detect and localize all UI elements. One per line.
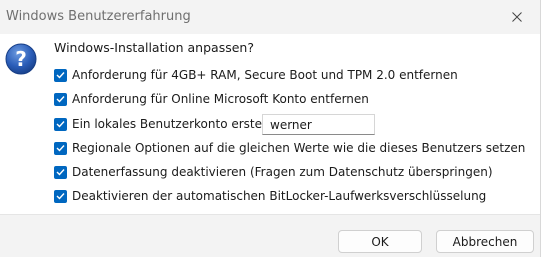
checkmark-icon [56, 193, 65, 200]
checkmark-icon [56, 169, 65, 176]
option-label: Regionale Optionen auf die gleichen Wert… [72, 141, 526, 155]
dialog-content: ? Windows-Installation anpassen? Anforde… [0, 34, 540, 214]
checkmark-icon [56, 72, 65, 79]
username-input[interactable] [262, 114, 375, 135]
checkbox-create-local-account[interactable] [54, 117, 67, 131]
close-button[interactable] [494, 0, 540, 34]
checkbox-disable-data-collection[interactable] [54, 165, 67, 179]
checkmark-icon [56, 96, 65, 103]
checkmark-icon [56, 121, 65, 128]
option-label: Anforderung für 4GB+ RAM, Secure Boot un… [72, 68, 458, 82]
dialog-heading: Windows-Installation anpassen? [54, 40, 254, 55]
dialog-footer: OK Abbrechen [0, 214, 540, 257]
option-label: Anforderung für Online Microsoft Konto e… [72, 92, 369, 106]
cancel-button[interactable]: Abbrechen [436, 230, 534, 253]
option-disable-data-collection[interactable]: Datenerfassung deaktivieren (Fragen zum … [54, 163, 493, 181]
option-remove-online-account[interactable]: Anforderung für Online Microsoft Konto e… [54, 90, 369, 108]
checkbox-disable-bitlocker[interactable] [54, 189, 67, 203]
option-label: Ein lokales Benutzerkonto erstellen: [72, 117, 288, 131]
svg-text:?: ? [15, 47, 27, 71]
option-create-local-account[interactable]: Ein lokales Benutzerkonto erstellen: [54, 115, 288, 133]
option-label: Datenerfassung deaktivieren (Fragen zum … [72, 165, 493, 179]
checkbox-remove-hw-requirements[interactable] [54, 68, 67, 82]
checkbox-regional-settings[interactable] [54, 141, 67, 155]
option-remove-hw-requirements[interactable]: Anforderung für 4GB+ RAM, Secure Boot un… [54, 66, 458, 84]
ok-button[interactable]: OK [338, 230, 422, 253]
dialog-window: Windows Benutzererfahrung ? Windows-Inst… [0, 0, 541, 257]
window-title: Windows Benutzererfahrung [6, 9, 191, 24]
checkmark-icon [56, 145, 65, 152]
option-disable-bitlocker[interactable]: Deaktivieren der automatischen BitLocker… [54, 187, 486, 205]
title-bar: Windows Benutzererfahrung [0, 0, 540, 34]
close-icon [512, 12, 522, 22]
option-label: Deaktivieren der automatischen BitLocker… [72, 189, 487, 203]
option-regional-settings[interactable]: Regionale Optionen auf die gleichen Wert… [54, 139, 525, 157]
checkbox-remove-online-account[interactable] [54, 92, 67, 106]
question-icon: ? [5, 43, 37, 75]
